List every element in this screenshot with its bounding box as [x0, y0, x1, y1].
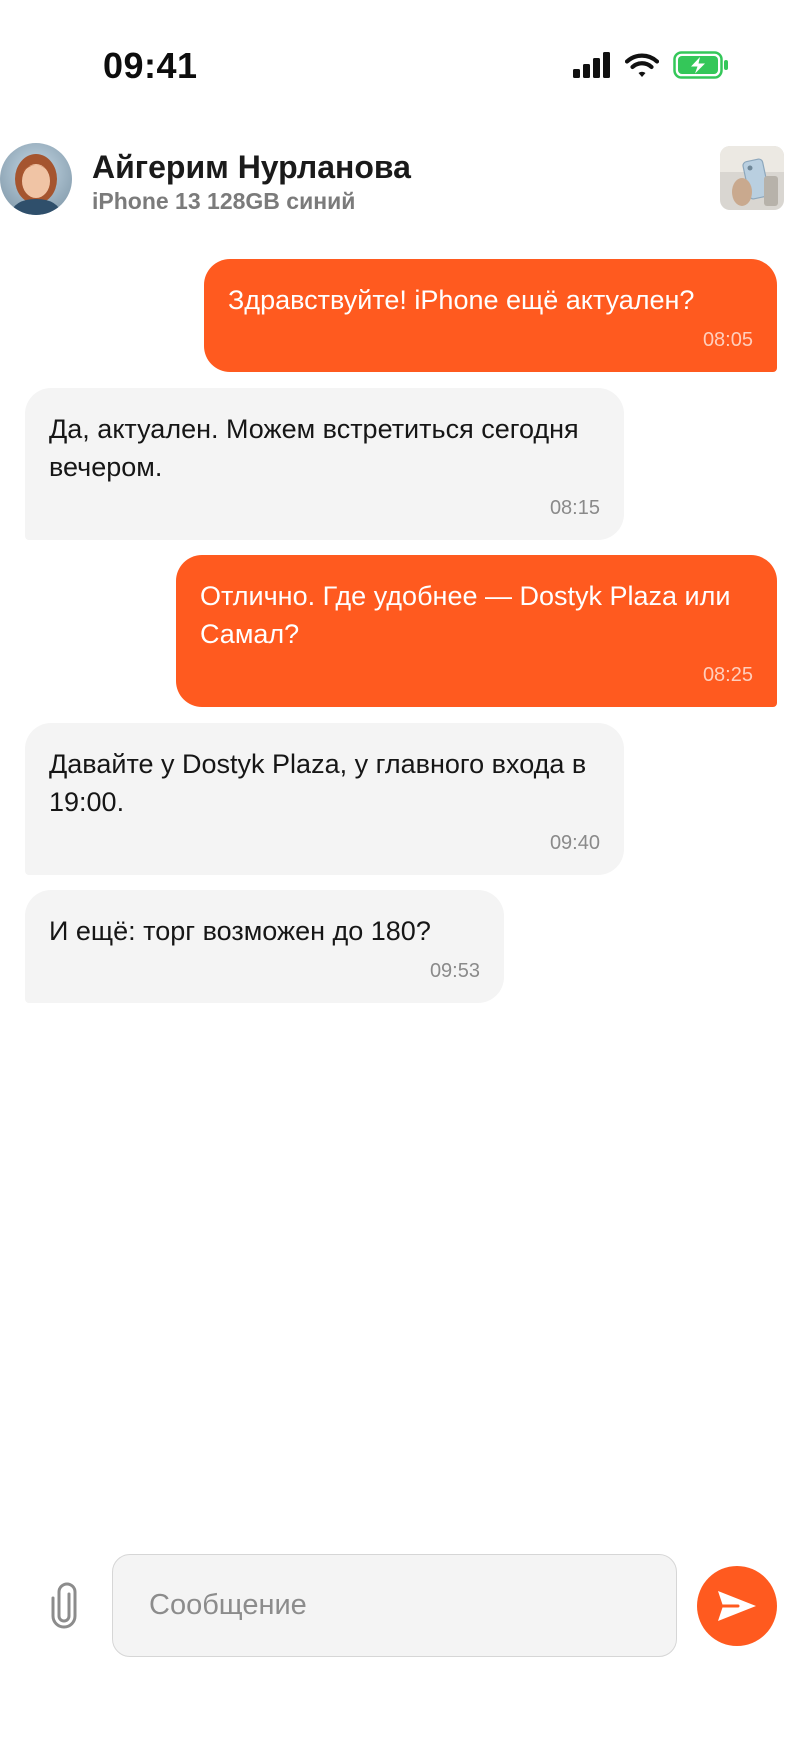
message-time: 08:15	[549, 497, 600, 519]
message-bubble-outgoing[interactable]: Здравствуйте! iPhone ещё актуален? 08:05	[204, 259, 777, 372]
message-list: Здравствуйте! iPhone ещё актуален? 08:05…	[0, 0, 800, 1739]
avatar[interactable]	[0, 143, 72, 215]
message-time: 09:40	[549, 832, 600, 854]
listing-thumbnail[interactable]	[720, 146, 784, 210]
message-bubble-outgoing[interactable]: Отлично. Где удобнее — Dostyk Plaza или …	[176, 555, 777, 707]
chat-header: Айгерим Нурланова iPhone 13 128GB синий	[0, 138, 800, 218]
status-icons	[573, 50, 729, 80]
message-bubble-incoming[interactable]: И ещё: торг возможен до 180? 09:53	[25, 890, 504, 1003]
battery-charging-icon	[673, 51, 728, 79]
message-time: 08:25	[702, 664, 753, 686]
status-time: 09:41	[103, 45, 198, 86]
message-text: Здравствуйте! iPhone ещё актуален?	[228, 285, 695, 315]
message-input[interactable]	[112, 1554, 677, 1657]
listing-title[interactable]: iPhone 13 128GB синий	[92, 186, 355, 216]
message-bubble-incoming[interactable]: Давайте у Dostyk Plaza, у главного входа…	[25, 723, 624, 875]
message-bubble-incoming[interactable]: Да, актуален. Можем встретиться сегодня …	[25, 388, 624, 540]
attach-button[interactable]	[44, 1580, 84, 1632]
message-text: Давайте у Dostyk Plaza, у главного входа…	[49, 749, 587, 817]
status-bar: 09:41	[0, 0, 800, 120]
message-time: 08:05	[702, 329, 753, 351]
signal-icon	[573, 52, 610, 78]
message-text: Отлично. Где удобнее — Dostyk Plaza или …	[200, 581, 731, 649]
message-time: 09:53	[429, 960, 480, 982]
message-text: Да, актуален. Можем встретиться сегодня …	[49, 414, 579, 482]
paperclip-icon	[51, 1582, 77, 1629]
send-icon	[718, 1591, 756, 1621]
message-text: И ещё: торг возможен до 180?	[49, 916, 431, 946]
contact-name[interactable]: Айгерим Нурланова	[92, 148, 411, 186]
send-button[interactable]	[697, 1566, 777, 1646]
wifi-icon	[625, 53, 659, 77]
